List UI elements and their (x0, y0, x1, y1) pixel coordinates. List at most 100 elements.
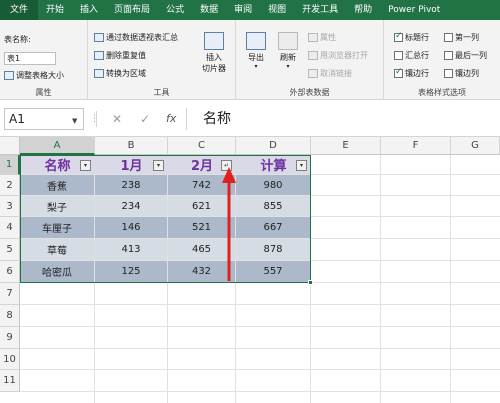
column-header-a[interactable]: A (20, 137, 95, 155)
row-header-4[interactable]: 4 (0, 217, 20, 239)
name-box-caret-icon[interactable]: ▼ (72, 117, 77, 125)
column-header-b[interactable]: B (95, 137, 168, 155)
pivot-summary-button[interactable]: 通过数据透视表汇总 (94, 32, 178, 43)
table-name-cell[interactable]: 车厘子 (20, 217, 94, 238)
cancel-icon[interactable]: ✕ (112, 112, 122, 126)
row-header-11[interactable]: 11 (0, 370, 20, 392)
table-name-cell[interactable]: 草莓 (20, 239, 94, 260)
table-value-cell[interactable]: 234 (95, 196, 167, 216)
formula-input-separator (186, 108, 187, 130)
column-header-g[interactable]: G (451, 137, 500, 155)
total-row-check-icon (394, 51, 403, 60)
first-column-label: 第一列 (455, 33, 479, 42)
insert-function-icon[interactable]: fx (166, 112, 176, 125)
table-name-input[interactable]: 表1 (4, 52, 56, 65)
table-value-cell[interactable]: 413 (95, 239, 167, 260)
banded-rows-check-icon (394, 67, 403, 78)
column-header-d[interactable]: D (236, 137, 311, 155)
tab-power-pivot[interactable]: Power Pivot (380, 0, 448, 20)
select-all-corner[interactable] (0, 137, 20, 155)
last-column-checkbox[interactable]: 最后一列 (444, 50, 487, 61)
group-style-options-label: 表格样式选项 (418, 88, 466, 97)
row-header-10[interactable]: 10 (0, 349, 20, 370)
tab-file[interactable]: 文件 (0, 0, 39, 20)
table-value-cell[interactable]: 855 (236, 196, 310, 216)
formula-bar-menu-icon[interactable]: ⋮ (90, 114, 99, 124)
formula-bar: A1 ▼ ⋮ ✕ ✓ fx 名称 (0, 101, 500, 137)
refresh-caret-icon: ▾ (286, 63, 290, 70)
export-caret-icon: ▾ (254, 63, 258, 70)
tab-review[interactable]: 审阅 (226, 0, 260, 20)
header-row-check-icon (394, 31, 403, 42)
table-value-cell[interactable]: 980 (236, 175, 310, 195)
column-header-c[interactable]: C (168, 137, 236, 155)
slicer-icon (204, 32, 224, 50)
row-header-1[interactable]: 1 (0, 155, 20, 175)
banded-rows-checkbox[interactable]: 镶边行 (394, 67, 429, 79)
refresh-button[interactable]: 刷新 ▾ (274, 32, 302, 70)
table-name-cell[interactable]: 梨子 (20, 196, 94, 216)
insert-slicer-button[interactable]: 插入 切片器 (196, 32, 232, 74)
row-header-3[interactable]: 3 (0, 196, 20, 217)
gridline-column (450, 155, 451, 403)
worksheet-grid[interactable]: A B C D E F G 1 2 3 4 5 6 7 8 9 10 11 名称 ▾ 1月 ▾ 2月 ↵ 计算 ▾ 香蕉 238 742… (0, 137, 500, 403)
slicer-label-line1: 插入 (206, 53, 222, 62)
last-column-check-icon (444, 51, 453, 60)
tab-home[interactable]: 开始 (38, 0, 72, 20)
tab-insert[interactable]: 插入 (72, 0, 106, 20)
table-value-cell[interactable]: 146 (95, 217, 167, 238)
convert-to-range-label: 转换为区域 (106, 69, 146, 78)
unlink-icon (308, 69, 318, 78)
row-header-9[interactable]: 9 (0, 327, 20, 349)
tab-help[interactable]: 帮助 (346, 0, 380, 20)
enter-icon[interactable]: ✓ (140, 112, 150, 126)
column-header-e[interactable]: E (311, 137, 381, 155)
row-header-8[interactable]: 8 (0, 305, 20, 327)
tab-developer[interactable]: 开发工具 (294, 0, 346, 20)
tab-page-layout[interactable]: 页面布局 (106, 0, 158, 20)
column-header-f[interactable]: F (381, 137, 451, 155)
tab-data[interactable]: 数据 (192, 0, 226, 20)
resize-table-icon (4, 71, 14, 80)
header-row-label: 标题行 (405, 33, 429, 42)
pivot-summary-label: 通过数据透视表汇总 (106, 33, 178, 42)
properties-button[interactable]: 属性 (308, 32, 336, 43)
row-header-6[interactable]: 6 (0, 261, 20, 283)
table-value-cell[interactable]: 238 (95, 175, 167, 195)
group-external-label: 外部表数据 (289, 88, 330, 97)
row-header-7[interactable]: 7 (0, 283, 20, 305)
open-in-browser-button[interactable]: 用浏览器打开 (308, 50, 368, 61)
banded-columns-checkbox[interactable]: 镶边列 (444, 68, 479, 79)
header-row-checkbox[interactable]: 标题行 (394, 31, 429, 43)
total-row-checkbox[interactable]: 汇总行 (394, 50, 429, 61)
export-button[interactable]: 导出 ▾ (242, 32, 270, 70)
table-resize-handle[interactable] (308, 280, 313, 285)
table-value-cell[interactable]: 878 (236, 239, 310, 260)
table-name-cell[interactable]: 哈密瓜 (20, 261, 94, 282)
tab-formulas[interactable]: 公式 (158, 0, 192, 20)
unlink-button[interactable]: 取消链接 (308, 68, 352, 79)
filter-dropdown-icon[interactable]: ▾ (296, 160, 307, 171)
row-header-2[interactable]: 2 (0, 175, 20, 196)
resize-table-label: 调整表格大小 (16, 71, 64, 80)
tab-view[interactable]: 视图 (260, 0, 294, 20)
last-column-label: 最后一列 (455, 51, 487, 60)
resize-table-button[interactable]: 调整表格大小 (4, 70, 64, 81)
filter-dropdown-icon[interactable]: ▾ (153, 160, 164, 171)
export-icon (246, 32, 266, 50)
slicer-label-line2: 切片器 (202, 64, 226, 73)
table-value-cell[interactable]: 125 (95, 261, 167, 282)
gridline-row (20, 304, 500, 305)
convert-to-range-button[interactable]: 转换为区域 (94, 68, 146, 79)
filter-dropdown-icon[interactable]: ▾ (80, 160, 91, 171)
table-value-cell[interactable]: 557 (236, 261, 310, 282)
gridline-row (20, 369, 500, 370)
formula-input[interactable]: 名称 (195, 108, 495, 130)
row-header-5[interactable]: 5 (0, 239, 20, 261)
first-column-checkbox[interactable]: 第一列 (444, 32, 479, 43)
gridline-row (20, 282, 500, 283)
table-value-cell[interactable]: 667 (236, 217, 310, 238)
remove-duplicates-button[interactable]: 删除重复值 (94, 50, 146, 61)
table-name-cell[interactable]: 香蕉 (20, 175, 94, 195)
group-tools: 通过数据透视表汇总 删除重复值 转换为区域 插入 切片器 工具 (88, 20, 236, 100)
